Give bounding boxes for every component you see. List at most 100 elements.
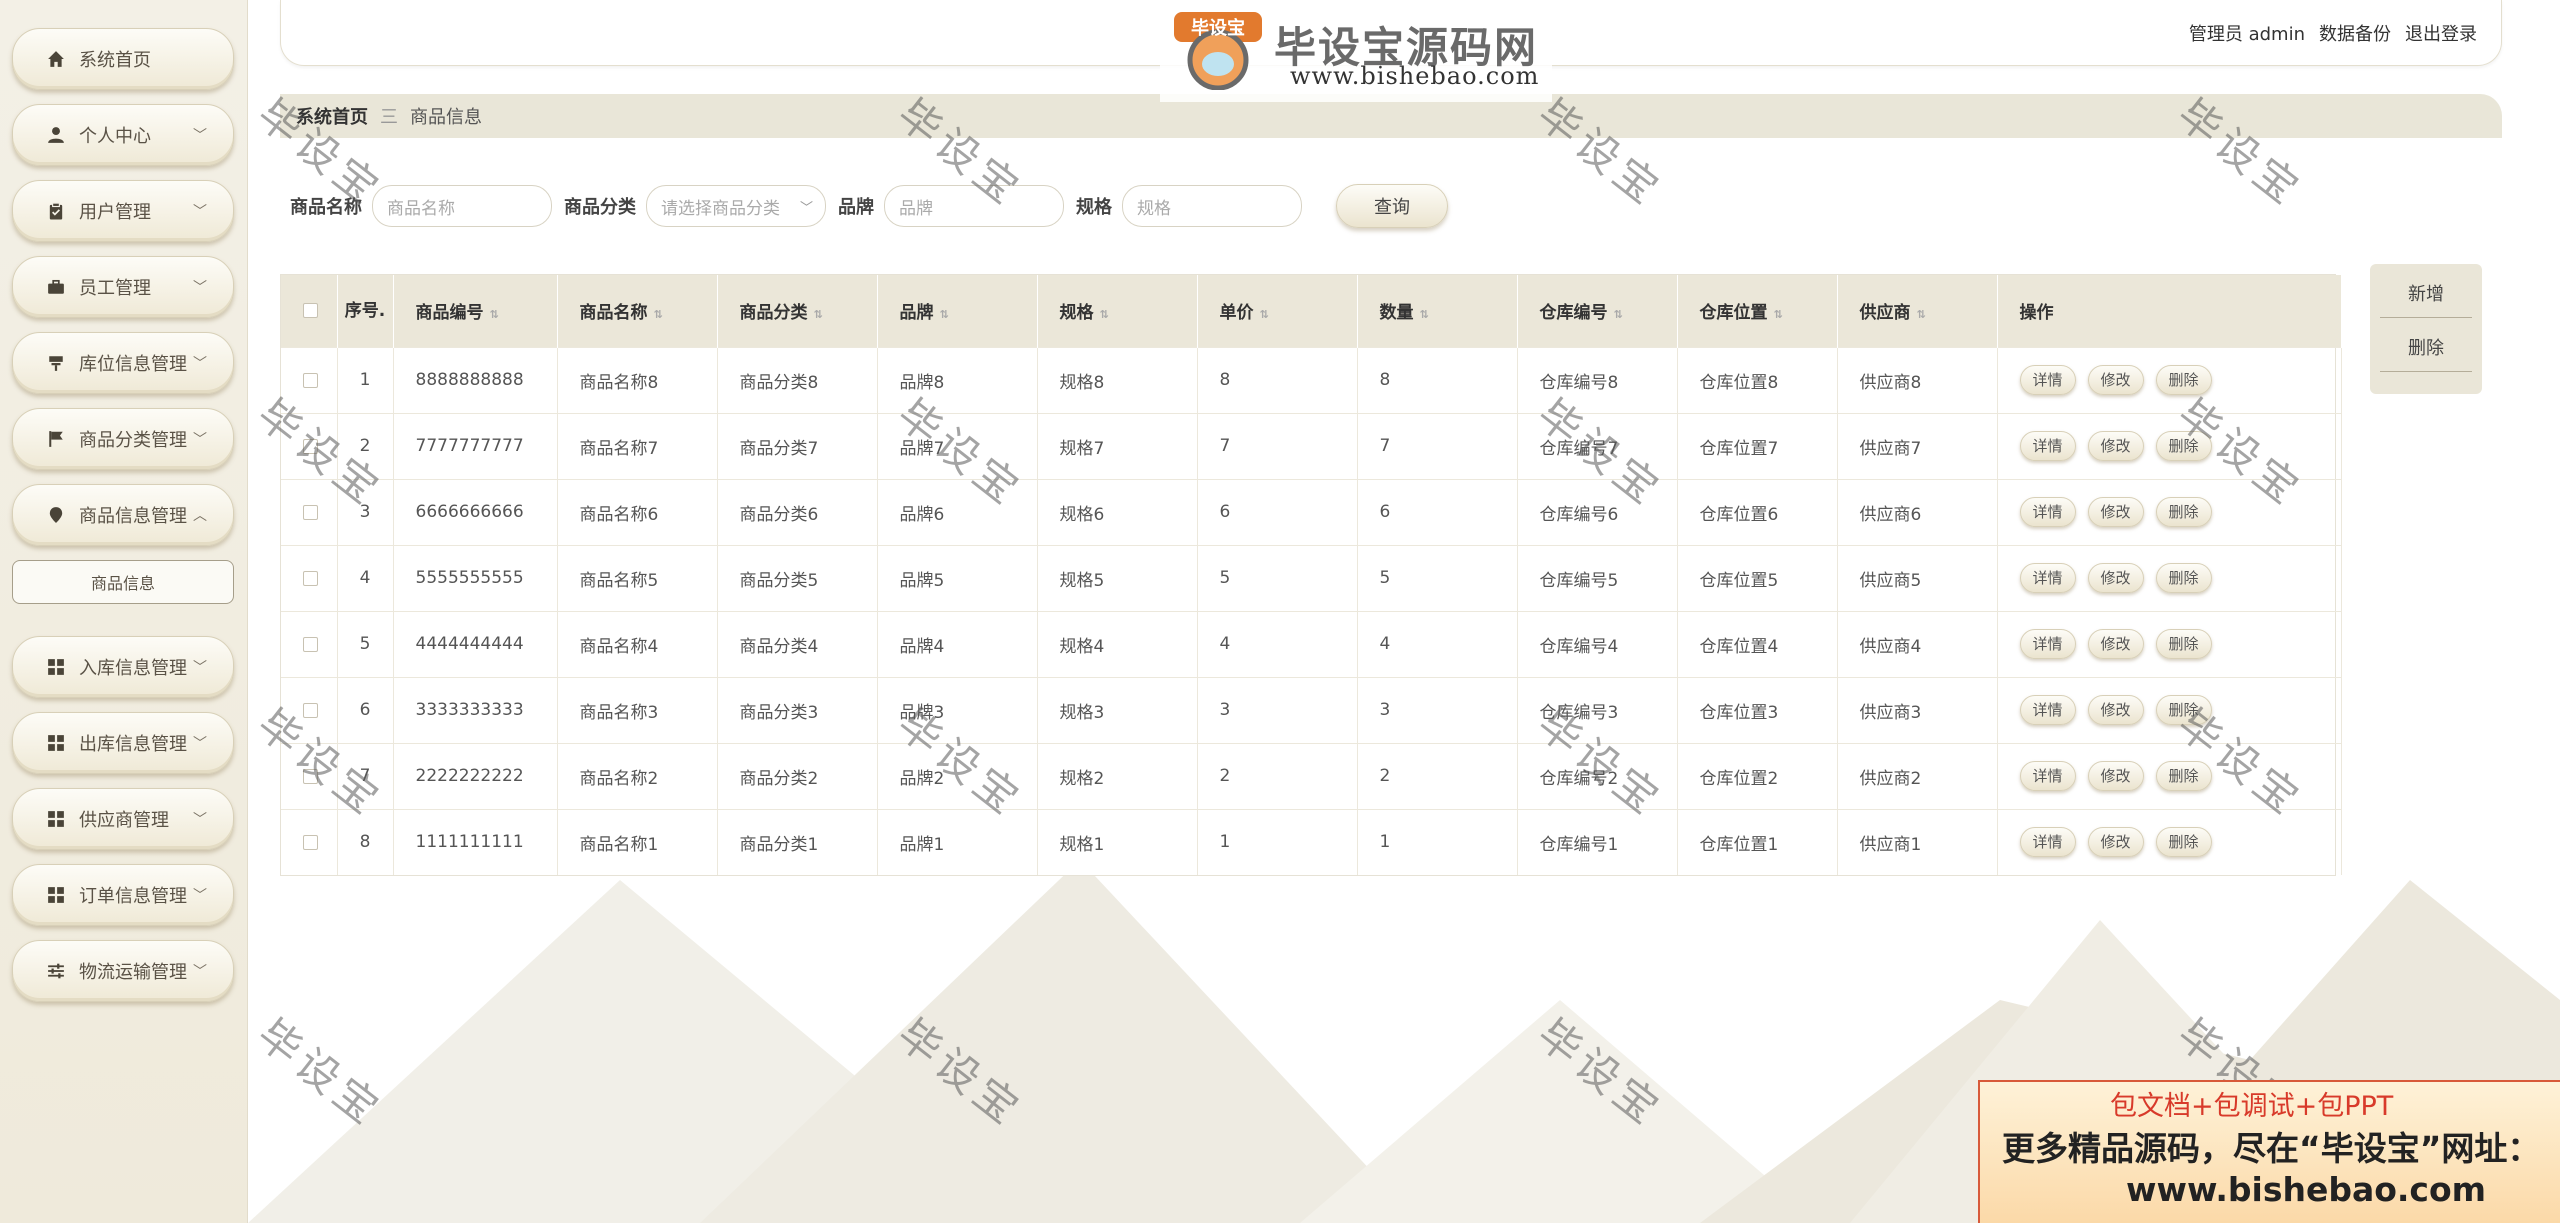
row-select-cell[interactable] [281,743,338,809]
row-delete-button[interactable]: 删除 [2155,563,2212,593]
row-delete-button[interactable]: 删除 [2155,629,2212,659]
row-select-cell[interactable] [281,413,338,479]
select-all-header[interactable] [281,275,338,347]
spec-placeholder: 规格 [1137,198,1171,219]
brand-header[interactable]: 品牌 ⇅ [877,275,1038,347]
brand-input[interactable]: 品牌 [884,185,1064,227]
price-header[interactable]: 单价 ⇅ [1197,275,1358,347]
detail-button[interactable]: 详情 [2019,431,2076,461]
sidebar-item-0[interactable]: 系统首页 [12,28,234,90]
row-index: 5 [337,611,394,677]
submenu-product-info[interactable]: 商品信息 [12,560,234,604]
row-checkbox[interactable] [303,702,318,718]
row-select-cell[interactable] [281,479,338,545]
person-icon [47,126,65,144]
sidebar-item-2[interactable]: 用户管理 ﹀ [12,180,234,242]
sidebar-item-label: 员工管理 [79,278,151,299]
category-header[interactable]: 商品分类 ⇅ [717,275,878,347]
select-all-checkbox[interactable] [303,303,318,319]
row-select-cell[interactable] [281,809,338,875]
sidebar-item-8[interactable]: 出库信息管理 ﹀ [12,712,234,774]
breadcrumb-separator: 三 [380,107,398,128]
row-checkbox[interactable] [303,636,318,652]
cell-brand: 品牌6 [877,479,1038,545]
row-checkbox[interactable] [303,438,318,454]
detail-button[interactable]: 详情 [2019,497,2076,527]
add-button[interactable]: 新增 [2380,268,2472,318]
cell-wh_loc: 仓库位置4 [1677,611,1838,677]
edit-button[interactable]: 修改 [2087,431,2144,461]
cell-qty: 2 [1357,743,1518,809]
edit-button[interactable]: 修改 [2087,695,2144,725]
sidebar-item-4[interactable]: 库位信息管理 ﹀ [12,332,234,394]
row-checkbox[interactable] [303,570,318,586]
row-delete-button[interactable]: 删除 [2155,497,2212,527]
cell-wh_code: 仓库编号4 [1517,611,1678,677]
cell-spec: 规格8 [1037,347,1198,413]
breadcrumb-home[interactable]: 系统首页 [296,103,368,129]
spec-header[interactable]: 规格 ⇅ [1037,275,1198,347]
row-checkbox[interactable] [303,834,318,850]
detail-button[interactable]: 详情 [2019,827,2076,858]
data-backup-link[interactable]: 数据备份 [2319,20,2391,46]
row-delete-button[interactable]: 删除 [2155,431,2212,461]
cell-supplier: 供应商5 [1837,545,1998,611]
code-header[interactable]: 商品编号 ⇅ [393,275,558,347]
product-name-input[interactable]: 商品名称 [372,185,552,227]
sidebar-item-1[interactable]: 个人中心 ﹀ [12,104,234,166]
product-table: 序号. 商品编号 ⇅ 商品名称 ⇅ 商品分类 ⇅ 品牌 ⇅ 规格 ⇅ 单价 ⇅ 数量 ⇅ 仓库… [280,274,2342,876]
detail-button[interactable]: 详情 [2019,563,2076,593]
spec-input[interactable]: 规格 [1122,185,1302,227]
cell-spec: 规格4 [1037,611,1198,677]
warehouse-code-header[interactable]: 仓库编号 ⇅ [1517,275,1678,347]
query-button[interactable]: 查询 [1336,184,1448,228]
detail-button[interactable]: 详情 [2019,761,2076,791]
sort-icon: ⇅ [1613,308,1623,322]
edit-button[interactable]: 修改 [2087,497,2144,527]
row-select-cell[interactable] [281,545,338,611]
name-header[interactable]: 商品名称 ⇅ [557,275,718,347]
detail-button[interactable]: 详情 [2019,695,2076,725]
logout-link[interactable]: 退出登录 [2405,20,2477,46]
row-checkbox[interactable] [303,768,318,784]
detail-button[interactable]: 详情 [2019,629,2076,659]
cell-name: 商品名称7 [557,413,718,479]
chevron-down-icon: ﹀ [193,128,207,144]
row-delete-button[interactable]: 删除 [2155,761,2212,791]
row-select-cell[interactable] [281,347,338,413]
row-select-cell[interactable] [281,611,338,677]
row-delete-button[interactable]: 删除 [2155,827,2212,858]
promo-banner[interactable]: 包文档+包调试+包PPT 更多精品源码，尽在“毕设宝”网址： www.bishe… [1978,1080,2560,1223]
edit-button[interactable]: 修改 [2087,629,2144,659]
edit-button[interactable]: 修改 [2087,563,2144,593]
edit-button[interactable]: 修改 [2087,761,2144,791]
row-index: 3 [337,479,394,545]
detail-button[interactable]: 详情 [2019,365,2076,395]
delete-button[interactable]: 删除 [2380,322,2472,372]
sidebar-item-5[interactable]: 商品分类管理 ﹀ [12,408,234,470]
qty-header[interactable]: 数量 ⇅ [1357,275,1518,347]
cell-price: 5 [1197,545,1358,611]
row-select-cell[interactable] [281,677,338,743]
edit-button[interactable]: 修改 [2087,827,2144,858]
row-operations: 详情 修改 删除 [1997,611,2342,677]
sort-icon: ⇅ [1099,308,1109,322]
row-delete-button[interactable]: 删除 [2155,365,2212,395]
sidebar-item-3[interactable]: 员工管理 ﹀ [12,256,234,318]
category-select[interactable]: 请选择商品分类 ﹀ [646,185,826,227]
sidebar-item-9[interactable]: 供应商管理 ﹀ [12,788,234,850]
edit-button[interactable]: 修改 [2087,365,2144,395]
promo-url[interactable]: www.bishebao.com [2126,1170,2486,1209]
category-label: 商品分类 [564,197,636,218]
table-body: 1 8888888888 商品名称8 商品分类8 品牌8 规格8 8 8 仓库编号8 仓库位置8 供… [281,347,2342,875]
warehouse-location-header[interactable]: 仓库位置 ⇅ [1677,275,1838,347]
row-checkbox[interactable] [303,504,318,520]
sidebar-item-6[interactable]: 商品信息管理 ︿ [12,484,234,546]
sidebar-item-10[interactable]: 订单信息管理 ﹀ [12,864,234,926]
row-delete-button[interactable]: 删除 [2155,695,2212,725]
sidebar-item-11[interactable]: 物流运输管理 ﹀ [12,940,234,1002]
sidebar-item-7[interactable]: 入库信息管理 ﹀ [12,636,234,698]
supplier-header[interactable]: 供应商 ⇅ [1837,275,1998,347]
row-checkbox[interactable] [303,372,318,388]
row-index: 2 [337,413,394,479]
